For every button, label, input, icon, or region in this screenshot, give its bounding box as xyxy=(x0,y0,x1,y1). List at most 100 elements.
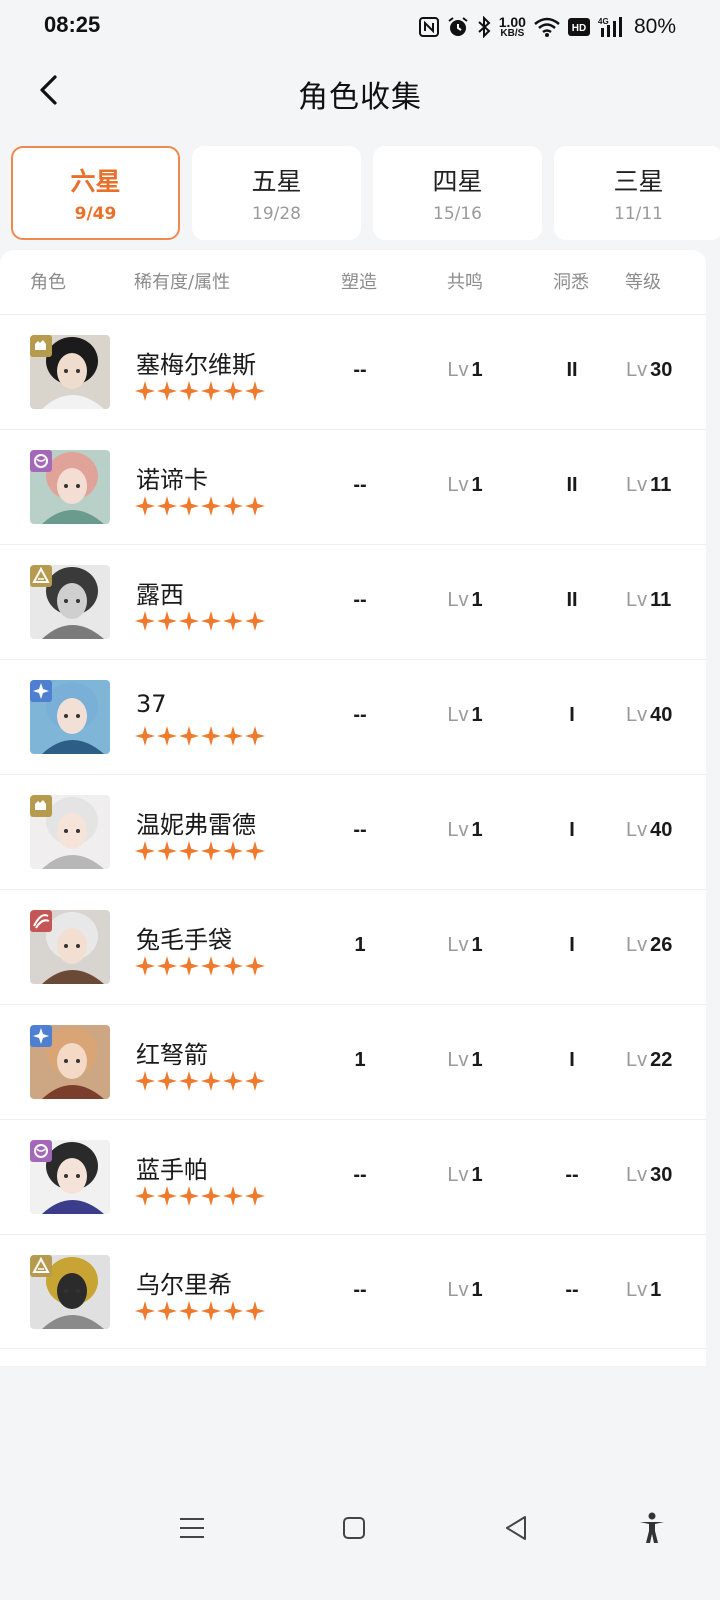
tab-count: 11/11 xyxy=(614,204,663,224)
reforge-value: -- xyxy=(353,1164,367,1186)
rarity-star-icon xyxy=(245,1301,265,1323)
accessibility-button[interactable] xyxy=(634,1510,670,1546)
lv-prefix: Lv xyxy=(447,359,469,381)
battery-level: 80% xyxy=(633,15,676,38)
character-name: 兔毛手袋 xyxy=(136,926,232,954)
character-level: 26 xyxy=(650,934,673,956)
star-attribute-icon xyxy=(30,1025,52,1047)
reforge-value: -- xyxy=(353,359,367,381)
resonance-level: 1 xyxy=(471,359,483,381)
character-list: 塞梅尔维斯 -- Lv 1 II Lv 30 诺谛卡 -- Lv 1 II Lv 11 露西 -- Lv 1 II L… xyxy=(0,314,706,1349)
character-level: 40 xyxy=(650,819,673,841)
character-name: 37 xyxy=(136,690,167,718)
resonance-level: 1 xyxy=(471,1049,483,1071)
character-name: 蓝手帕 xyxy=(136,1156,208,1184)
character-row[interactable]: 诺谛卡 -- Lv 1 II Lv 11 xyxy=(0,429,706,544)
insight-value: I xyxy=(569,819,575,841)
bluetooth-icon xyxy=(477,16,491,38)
resonance-level: 1 xyxy=(471,1164,483,1186)
character-name: 温妮弗雷德 xyxy=(136,811,256,839)
rarity-star-icon xyxy=(157,496,177,518)
character-portrait xyxy=(30,910,110,984)
character-row[interactable]: 露西 -- Lv 1 II Lv 11 xyxy=(0,544,706,659)
level-value: Lv 22 xyxy=(626,1049,696,1072)
menu-button[interactable] xyxy=(174,1510,210,1546)
tab-rarity-3[interactable]: 三星 11/11 xyxy=(554,146,720,240)
level-value: Lv 30 xyxy=(626,1164,696,1187)
svg-text:4G: 4G xyxy=(598,17,609,26)
home-button[interactable] xyxy=(336,1510,372,1546)
reforge-value: 1 xyxy=(354,934,366,956)
character-row[interactable]: 37 -- Lv 1 I Lv 40 xyxy=(0,659,706,774)
rarity-star-icon xyxy=(245,726,265,748)
rarity-star-icon xyxy=(201,841,221,863)
rarity-star-icon xyxy=(223,496,243,518)
lv-prefix: Lv xyxy=(626,1164,648,1186)
reforge-value: 1 xyxy=(354,1049,366,1071)
rarity-star-icon xyxy=(201,381,221,403)
rarity-stars xyxy=(135,381,265,403)
character-portrait xyxy=(30,1025,110,1099)
beast-attribute-icon xyxy=(30,795,52,817)
rarity-star-icon xyxy=(179,726,199,748)
rarity-star-icon xyxy=(135,1301,155,1323)
rarity-star-icon xyxy=(157,726,177,748)
resonance-level: 1 xyxy=(471,589,483,611)
column-header-rarity: 稀有度/属性 xyxy=(134,272,231,293)
rarity-star-icon xyxy=(179,1071,199,1093)
lv-prefix: Lv xyxy=(626,589,648,611)
character-row[interactable]: 兔毛手袋 1 Lv 1 I Lv 26 xyxy=(0,889,706,1004)
plant-attribute-icon xyxy=(30,910,52,932)
character-portrait xyxy=(30,565,110,639)
character-name: 塞梅尔维斯 xyxy=(136,351,256,379)
level-value: Lv 11 xyxy=(626,589,696,612)
lv-prefix: Lv xyxy=(447,1279,469,1301)
tab-rarity-1[interactable]: 五星 19/28 xyxy=(192,146,361,240)
rarity-star-icon xyxy=(201,1071,221,1093)
lv-prefix: Lv xyxy=(447,474,469,496)
resonance-level: 1 xyxy=(471,1279,483,1301)
lv-prefix: Lv xyxy=(626,359,648,381)
rarity-star-icon xyxy=(201,956,221,978)
resonance-value: Lv 1 xyxy=(440,1049,490,1072)
nfc-icon xyxy=(418,17,439,37)
resonance-value: Lv 1 xyxy=(440,934,490,957)
column-header-insight: 洞悉 xyxy=(553,272,589,293)
character-row[interactable]: 红弩箭 1 Lv 1 I Lv 22 xyxy=(0,1004,706,1119)
insight-value: II xyxy=(566,359,578,381)
hd-icon: HD xyxy=(567,18,590,36)
rarity-star-icon xyxy=(135,611,155,633)
rarity-stars xyxy=(135,1186,265,1208)
resonance-value: Lv 1 xyxy=(440,1164,490,1187)
tab-rarity-2[interactable]: 四星 15/16 xyxy=(373,146,542,240)
rarity-stars xyxy=(135,841,265,863)
resonance-value: Lv 1 xyxy=(440,474,490,497)
rarity-star-icon xyxy=(245,611,265,633)
system-nav-bar xyxy=(0,1488,720,1568)
resonance-value: Lv 1 xyxy=(440,704,490,727)
character-row[interactable]: 温妮弗雷德 -- Lv 1 I Lv 40 xyxy=(0,774,706,889)
character-row[interactable]: 塞梅尔维斯 -- Lv 1 II Lv 30 xyxy=(0,314,706,429)
lv-prefix: Lv xyxy=(626,704,648,726)
character-row[interactable]: 蓝手帕 -- Lv 1 -- Lv 30 xyxy=(0,1119,706,1234)
rarity-stars xyxy=(135,956,265,978)
resonance-value: Lv 1 xyxy=(440,359,490,382)
character-name: 诺谛卡 xyxy=(136,466,208,494)
accessibility-icon xyxy=(640,1512,664,1543)
rarity-stars xyxy=(135,611,265,633)
mineral-attribute-icon xyxy=(30,565,52,587)
back-nav-button[interactable] xyxy=(498,1510,534,1546)
home-icon xyxy=(343,1517,365,1539)
status-bar: 08:25 1.00 KB/S HD 4G 80% xyxy=(0,0,720,56)
tab-count: 15/16 xyxy=(433,204,482,224)
rarity-stars xyxy=(135,1071,265,1093)
status-time: 08:25 xyxy=(44,12,101,37)
mineral-attribute-icon xyxy=(30,1255,52,1277)
tab-count: 19/28 xyxy=(252,204,301,224)
resonance-level: 1 xyxy=(471,934,483,956)
tab-rarity-0[interactable]: 六星 9/49 xyxy=(11,146,180,240)
character-name: 红弩箭 xyxy=(136,1041,208,1069)
net-speed-value: 1.00 xyxy=(498,14,526,30)
character-row[interactable]: 乌尔里希 -- Lv 1 -- Lv 1 xyxy=(0,1234,706,1349)
character-level: 1 xyxy=(650,1279,662,1301)
